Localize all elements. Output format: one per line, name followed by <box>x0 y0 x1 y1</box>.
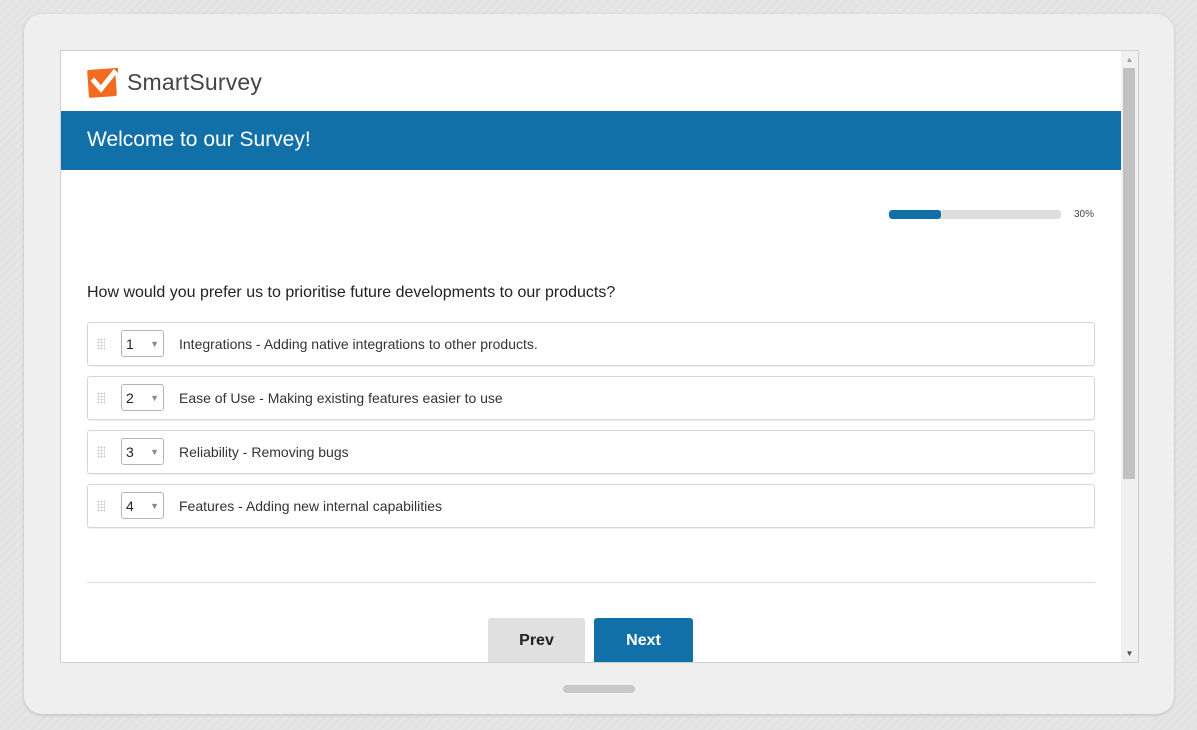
drag-handle-icon[interactable] <box>97 500 105 512</box>
scrollbar-thumb[interactable] <box>1123 68 1135 479</box>
survey-banner: Welcome to our Survey! <box>61 111 1121 170</box>
drag-handle-icon[interactable] <box>97 338 105 350</box>
next-button[interactable]: Next <box>594 618 693 662</box>
ranking-item[interactable]: 2 ▼ Ease of Use - Making existing featur… <box>87 376 1095 420</box>
progress-bar <box>889 210 1061 219</box>
divider <box>87 582 1095 583</box>
rank-select[interactable]: 1 ▼ <box>121 330 164 357</box>
survey-viewport: SmartSurvey Welcome to our Survey! 30% H… <box>60 50 1139 663</box>
drag-handle-icon[interactable] <box>97 392 105 404</box>
ranking-list: 1 ▼ Integrations - Adding native integra… <box>87 322 1095 538</box>
brand-name: SmartSurvey <box>127 68 263 95</box>
scroll-down-icon[interactable]: ▼ <box>1121 645 1138 662</box>
rank-value: 2 <box>126 390 134 406</box>
rank-select[interactable]: 2 ▼ <box>121 384 164 411</box>
drag-handle-icon[interactable] <box>97 446 105 458</box>
rank-value: 4 <box>126 498 134 514</box>
ranking-item[interactable]: 4 ▼ Features - Adding new internal capab… <box>87 484 1095 528</box>
chevron-down-icon: ▼ <box>150 393 159 403</box>
checkmark-logo-icon <box>87 65 121 98</box>
scroll-up-icon[interactable]: ▲ <box>1121 51 1138 68</box>
rank-select[interactable]: 4 ▼ <box>121 492 164 519</box>
survey-title: Welcome to our Survey! <box>87 128 311 151</box>
rank-value: 1 <box>126 336 134 352</box>
progress-label: 30% <box>1074 209 1095 220</box>
chevron-down-icon: ▼ <box>150 339 159 349</box>
ranking-item-label: Features - Adding new internal capabilit… <box>179 498 443 514</box>
vertical-scrollbar[interactable]: ▲ ▼ <box>1121 51 1138 662</box>
smartsurvey-logo: SmartSurvey <box>87 65 262 99</box>
ranking-item-label: Reliability - Removing bugs <box>179 444 349 460</box>
chevron-down-icon: ▼ <box>150 447 159 457</box>
survey-page: SmartSurvey Welcome to our Survey! 30% H… <box>61 51 1121 662</box>
question-text: How would you prefer us to prioritise fu… <box>87 284 616 301</box>
ranking-item-label: Integrations - Adding native integration… <box>179 336 538 352</box>
home-indicator <box>563 685 635 693</box>
rank-value: 3 <box>126 444 134 460</box>
ranking-item-label: Ease of Use - Making existing features e… <box>179 390 503 406</box>
tablet-frame: SmartSurvey Welcome to our Survey! 30% H… <box>24 14 1174 714</box>
rank-select[interactable]: 3 ▼ <box>121 438 164 465</box>
prev-button[interactable]: Prev <box>488 618 585 662</box>
ranking-item[interactable]: 1 ▼ Integrations - Adding native integra… <box>87 322 1095 366</box>
ranking-item[interactable]: 3 ▼ Reliability - Removing bugs <box>87 430 1095 474</box>
progress-fill <box>889 210 941 219</box>
chevron-down-icon: ▼ <box>150 501 159 511</box>
